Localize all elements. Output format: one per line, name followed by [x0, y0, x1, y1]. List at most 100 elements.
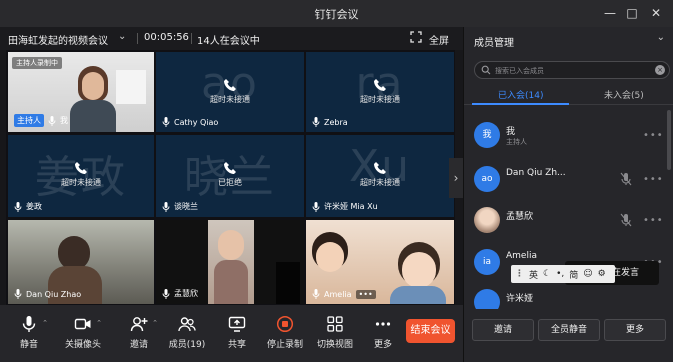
video-tile-cathy-qiao[interactable]: ao 超时未接通 Cathy Qiao [156, 52, 304, 132]
more-button[interactable]: 更多 [604, 319, 666, 341]
camera-label: 关摄像头 [64, 340, 101, 350]
member-name: Dan Qiu Zh... [506, 168, 566, 178]
member-name: 我 [506, 127, 516, 137]
emoji-icon[interactable]: ☺ [583, 269, 592, 279]
share-button[interactable]: 共享 [214, 315, 260, 350]
clear-search-icon[interactable]: × [655, 65, 665, 75]
video-tile-amelia[interactable]: Amelia ••• [306, 220, 454, 304]
video-tile-jiang-zheng[interactable]: 姜政 超时未接通 姜政 [8, 135, 154, 217]
mic-muted-icon[interactable] [620, 172, 632, 186]
meeting-window: 钉钉会议 — □ ✕ 田海虹发起的视频会议 ⌄ 00:05:56 14人在会议中… [0, 0, 673, 362]
call-status: 已拒绝 [218, 178, 242, 187]
switch-view-button[interactable]: 切换视图 [312, 315, 358, 350]
avatar-text: ia [482, 257, 491, 267]
close-icon[interactable]: ✕ [645, 3, 667, 23]
member-row[interactable]: 我 我 主持人 ••• [464, 122, 664, 162]
screen-share-icon [228, 316, 246, 332]
search-placeholder: 搜索已入会成员 [495, 67, 544, 75]
moon-icon[interactable]: ☾ [543, 269, 551, 279]
invite-button[interactable]: ⌃ 邀请 [116, 315, 162, 350]
member-name: 孟慧欣 [506, 212, 534, 222]
camera-icon [74, 318, 91, 330]
tile-name: Amelia [324, 289, 352, 299]
video-tile-meng-huixin[interactable]: 孟慧欣 [156, 220, 304, 304]
mute-button[interactable]: ⌃ 静音 [6, 315, 52, 350]
tile-name: Cathy Qiao [174, 117, 219, 127]
meeting-toolbar: ⌃ 静音 ⌃ 关摄像头 ⌃ 邀请 成员(19) 共享 停止录制 切换视图 更多 [0, 305, 463, 362]
member-more-icon[interactable]: ••• [643, 174, 664, 185]
video-grid: 主持人录制中 主持人 我 ao 超时未接通 Cathy Qiao ra 超时未接… [6, 50, 455, 305]
video-tile-dan-qiu-zhao[interactable]: Dan Qiu Zhao [8, 220, 154, 304]
meeting-title[interactable]: 田海虹发起的视频会议 [8, 32, 108, 47]
member-row[interactable]: 孟慧欣 ••• [464, 207, 664, 247]
divider [137, 33, 138, 44]
more-label: 更多 [373, 340, 392, 350]
phone-icon [75, 162, 87, 174]
tile-namebar: Zebra [312, 117, 348, 127]
mute-all-button[interactable]: 全员静音 [538, 319, 600, 341]
members-button[interactable]: 成员(19) [164, 315, 210, 350]
chevron-up-icon[interactable]: ⌃ [96, 319, 102, 327]
members-label: 成员(19) [168, 340, 206, 350]
add-person-icon [130, 317, 148, 332]
ime-simplified[interactable]: 简 [569, 268, 578, 281]
avatar-text: 我 [482, 130, 492, 140]
camera-button[interactable]: ⌃ 关摄像头 [60, 315, 106, 350]
stop-record-button[interactable]: 停止录制 [262, 315, 308, 350]
gear-icon[interactable]: ⚙ [598, 269, 606, 279]
minimize-icon[interactable]: — [599, 3, 621, 23]
person-body [390, 286, 446, 304]
avatar: ia [474, 249, 500, 275]
mic-icon [162, 201, 170, 212]
tab-not-joined[interactable]: 未入会(5) [604, 88, 644, 101]
share-label: 共享 [227, 340, 246, 350]
end-meeting-button[interactable]: 结束会议 [406, 319, 455, 343]
video-tile-zebra[interactable]: ra 超时未接通 Zebra [306, 52, 454, 132]
video-tile-mia-xu[interactable]: Xu 超时未接通 许米娅 Mia Xu [306, 135, 454, 217]
tile-more-icon[interactable]: ••• [355, 289, 376, 299]
tab-joined[interactable]: 已入会(14) [498, 88, 543, 101]
tile-namebar: Dan Qiu Zhao [14, 289, 81, 299]
chevron-down-icon[interactable]: ⌄ [118, 31, 126, 42]
tile-namebar: Amelia ••• [312, 289, 376, 299]
panel-title: 成员管理 [474, 38, 514, 49]
mic-icon [312, 201, 320, 212]
more-button[interactable]: 更多 [360, 315, 406, 350]
maximize-icon[interactable]: □ [621, 3, 643, 23]
panel-scrollbar[interactable] [667, 110, 671, 170]
tile-name: 谈晓兰 [174, 202, 198, 211]
avatar [474, 207, 500, 233]
call-status: 超时未接通 [61, 178, 101, 187]
fullscreen-button[interactable]: 全屏 [429, 32, 449, 47]
window-title: 钉钉会议 [314, 8, 359, 21]
stop-record-label: 停止录制 [266, 340, 303, 350]
member-row[interactable]: 许米娅 [464, 289, 664, 309]
video-tile-self[interactable]: 主持人录制中 主持人 我 [8, 52, 154, 132]
chevron-up-icon[interactable]: ⌃ [152, 319, 158, 327]
ime-mode[interactable]: 英 [529, 268, 538, 281]
avatar-text: ao [481, 174, 493, 184]
chevron-down-icon[interactable]: ⌄ [657, 32, 665, 43]
call-status: 超时未接通 [210, 95, 250, 104]
mic-muted-icon[interactable] [620, 213, 632, 227]
mic-icon [48, 115, 56, 126]
person-body [70, 100, 116, 132]
member-search-input[interactable]: 搜索已入会成员 × [474, 61, 670, 79]
member-more-icon[interactable]: ••• [643, 215, 664, 226]
ime-toolbar[interactable]: ⋮ 英 ☾ •, 简 ☺ ⚙ [511, 265, 615, 283]
member-row[interactable]: ao Dan Qiu Zh... ••• [464, 166, 664, 206]
video-tile-tan-xiaolan[interactable]: 晓兰 已拒绝 谈晓兰 [156, 135, 304, 217]
next-page-arrow-icon[interactable]: › [449, 158, 463, 198]
punctuation-icon[interactable]: •, [556, 269, 564, 279]
grid-view-icon [327, 316, 343, 332]
record-icon [276, 315, 294, 333]
fullscreen-icon[interactable] [410, 31, 422, 43]
host-badge: 主持人 [14, 114, 44, 127]
ime-drag-handle[interactable]: ⋮ [515, 269, 524, 279]
invite-button[interactable]: 邀请 [472, 319, 534, 341]
member-more-icon[interactable]: ••• [643, 130, 664, 141]
search-icon [481, 65, 491, 75]
phone-icon [224, 79, 236, 91]
dark-panel [276, 262, 300, 304]
chevron-up-icon[interactable]: ⌃ [42, 319, 48, 327]
